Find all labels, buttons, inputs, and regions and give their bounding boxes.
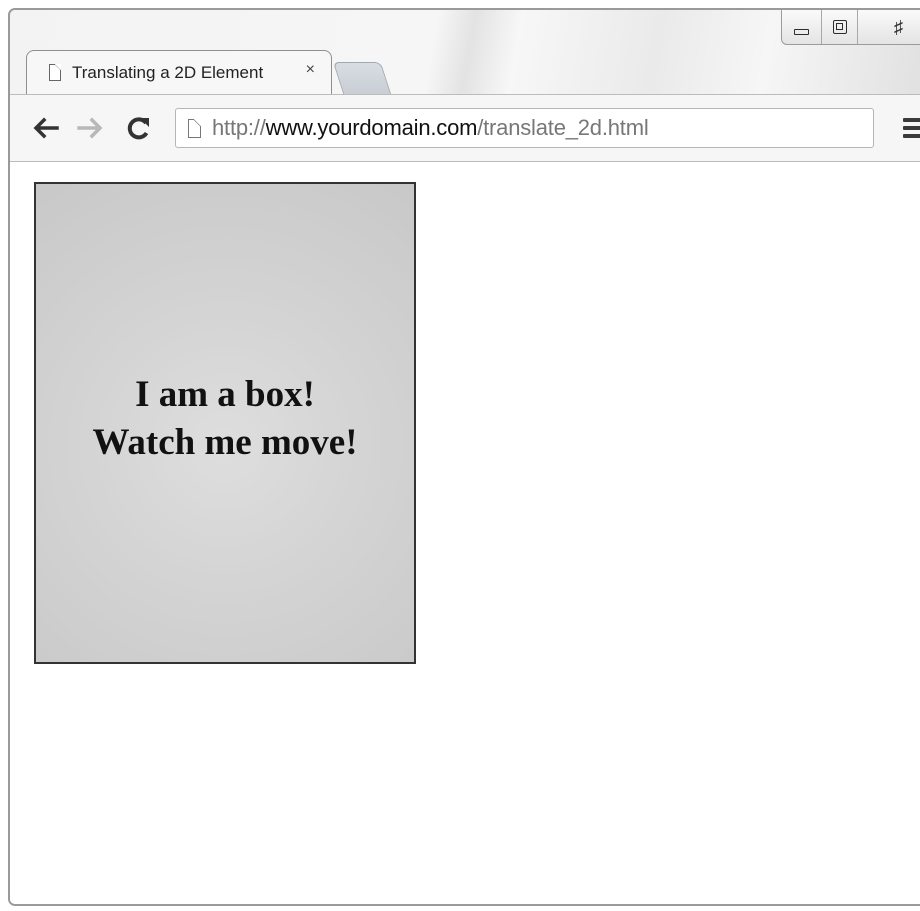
tab-title: Translating a 2D Element bbox=[72, 63, 264, 82]
close-tab-icon[interactable]: × bbox=[306, 62, 315, 78]
reload-icon bbox=[127, 116, 149, 139]
browser-titlebar: Translating a 2D Element × ♯ bbox=[10, 10, 920, 94]
browser-window: Translating a 2D Element × ♯ http://www.… bbox=[8, 8, 920, 906]
document-icon bbox=[49, 64, 61, 81]
reload-button[interactable] bbox=[124, 113, 152, 143]
arrow-right-icon bbox=[77, 117, 103, 139]
menu-button[interactable] bbox=[901, 114, 920, 142]
menu-icon-line bbox=[903, 118, 920, 122]
maximize-icon bbox=[832, 20, 847, 34]
page-content: I am a box! Watch me move! bbox=[10, 162, 920, 904]
minimize-icon bbox=[794, 29, 809, 35]
menu-icon-line bbox=[903, 126, 920, 130]
address-bar[interactable]: http://www.yourdomain.com/translate_2d.h… bbox=[175, 108, 874, 148]
page-document-icon bbox=[188, 118, 201, 138]
url-path: /translate_2d.html bbox=[477, 115, 649, 140]
arrow-left-icon bbox=[33, 117, 59, 139]
tab-translating-2d-element[interactable]: Translating a 2D Element × bbox=[26, 50, 332, 94]
url-domain: www.yourdomain.com bbox=[265, 115, 478, 140]
maximize-button[interactable] bbox=[822, 10, 858, 44]
box-message-line-2: Watch me move! bbox=[92, 422, 358, 463]
forward-button[interactable] bbox=[76, 113, 104, 143]
box-message-line-1: I am a box! bbox=[135, 374, 315, 415]
window-controls: ♯ bbox=[781, 10, 920, 45]
new-tab-button[interactable] bbox=[332, 62, 392, 94]
url-text[interactable]: http://www.yourdomain.com/translate_2d.h… bbox=[212, 117, 649, 139]
browser-toolbar: http://www.yourdomain.com/translate_2d.h… bbox=[10, 94, 920, 162]
url-scheme: http:// bbox=[212, 115, 266, 140]
box-message: I am a box! Watch me move! bbox=[92, 371, 357, 467]
close-icon: ♯ bbox=[894, 17, 903, 37]
close-window-button[interactable]: ♯ bbox=[858, 10, 920, 44]
minimize-button[interactable] bbox=[782, 10, 822, 44]
back-button[interactable] bbox=[32, 113, 60, 143]
translating-box: I am a box! Watch me move! bbox=[34, 182, 416, 664]
menu-icon-line bbox=[903, 134, 920, 138]
